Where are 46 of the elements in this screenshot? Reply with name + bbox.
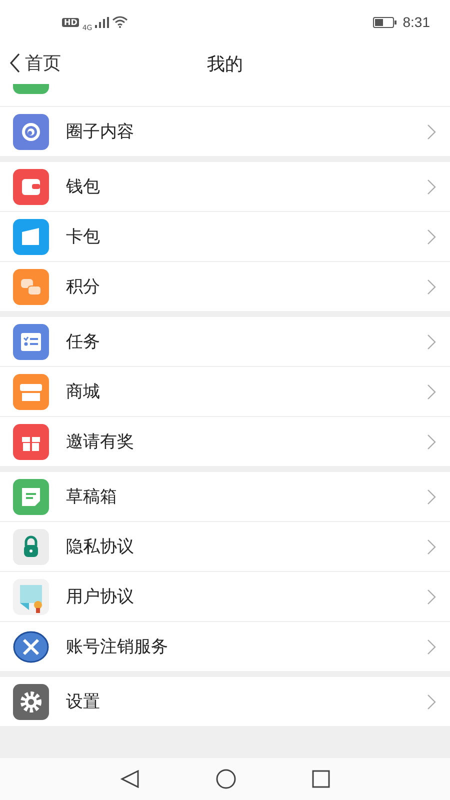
menu-item[interactable]: 账号注销服务 [0, 622, 450, 671]
menu-item[interactable]: 隐私协议 [0, 522, 450, 572]
chevron-icon [427, 488, 436, 504]
spiral-icon [13, 114, 49, 150]
back-nav-icon[interactable] [120, 770, 140, 788]
lock-icon [13, 528, 49, 564]
coins-icon [13, 268, 49, 304]
clock-time: 8:31 [402, 14, 430, 30]
gift-icon [13, 424, 49, 460]
chevron-icon [427, 228, 436, 244]
close-icon [13, 628, 49, 664]
back-button[interactable]: 首页 [9, 51, 61, 75]
hd-badge: HD [62, 18, 80, 26]
chevron-icon [427, 124, 436, 140]
menu-item[interactable]: 商城 [0, 367, 450, 417]
chevron-icon [427, 638, 436, 654]
menu-item[interactable]: 卡包 [0, 212, 450, 262]
page-title: 我的 [207, 53, 243, 76]
chevron-icon [427, 178, 436, 194]
chevron-icon [427, 278, 436, 294]
certificate-icon [13, 578, 49, 614]
signal-icon [95, 16, 110, 28]
checklist-icon [13, 324, 49, 360]
chevron-icon [427, 434, 436, 450]
menu-item[interactable]: 草稿箱 [0, 472, 450, 522]
menu-item[interactable]: 任务 [0, 317, 450, 367]
chevron-icon [427, 384, 436, 400]
chevron-icon [427, 694, 436, 710]
chevron-icon [427, 334, 436, 350]
home-nav-icon[interactable] [216, 769, 236, 789]
recents-nav-icon[interactable] [312, 770, 330, 788]
menu-item[interactable]: 设置 [0, 677, 450, 726]
menu-item[interactable]: 积分 [0, 262, 450, 311]
card-icon [13, 218, 49, 254]
wifi-icon [112, 16, 128, 28]
battery-icon [372, 16, 397, 28]
note-icon [13, 478, 49, 514]
chevron-icon [427, 538, 436, 554]
shop-icon [13, 374, 49, 410]
back-icon [9, 53, 21, 73]
wallet-icon [13, 168, 49, 204]
menu-item[interactable]: 用户协议 [0, 572, 450, 622]
menu-item[interactable]: 邀请有奖 [0, 417, 450, 466]
menu-item[interactable]: 钱包 [0, 162, 450, 212]
settings-icon [13, 684, 49, 720]
chevron-icon [427, 588, 436, 604]
